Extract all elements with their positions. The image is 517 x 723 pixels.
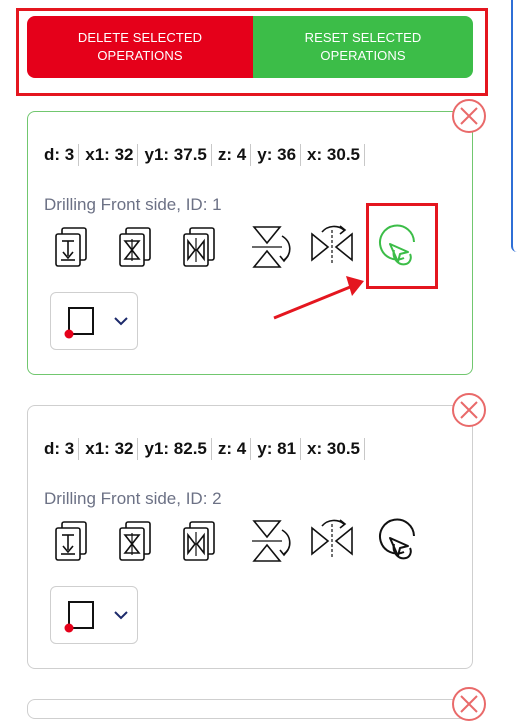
close-circle-icon[interactable] [450,97,488,135]
mirror-sheet-icon[interactable] [178,516,226,566]
corner-origin-icon [64,601,94,633]
operation-params: d: 3 x1: 32 y1: 37.5 z: 4 y: 36 x: 30.5 [44,144,371,166]
chevron-down-icon [114,611,128,620]
close-circle-icon[interactable] [450,391,488,429]
reset-selected-operations-button[interactable]: RESET SELECTED OPERATIONS [253,16,473,78]
flip-vertical-icon[interactable] [246,516,294,566]
copy-sheet-icon[interactable] [114,516,162,566]
operation-card[interactable]: d: 3 x1: 32 y1: 82.5 z: 4 y: 81 x: 30.5 … [27,405,473,669]
select-pointer-icon[interactable] [374,516,422,566]
param-y: y: 36 [257,144,307,166]
param-z: z: 4 [218,144,257,166]
param-x1: x1: 32 [85,438,144,460]
flip-horizontal-icon[interactable] [308,222,356,272]
chevron-down-icon [114,317,128,326]
side-panel-edge [511,0,517,252]
param-d: d: 3 [44,144,85,166]
drill-sheet-icon[interactable] [50,516,98,566]
param-y1: y1: 82.5 [144,438,217,460]
param-y1: y1: 37.5 [144,144,217,166]
corner-origin-dropdown[interactable] [50,586,138,644]
param-x: x: 30.5 [307,144,371,166]
param-z: z: 4 [218,438,257,460]
param-d: d: 3 [44,438,85,460]
operation-title: Drilling Front side, ID: 1 [44,195,222,214]
mirror-sheet-icon[interactable] [178,222,226,272]
operation-card[interactable] [27,699,473,719]
copy-sheet-icon[interactable] [114,222,162,272]
param-x: x: 30.5 [307,438,371,460]
delete-selected-operations-button[interactable]: DELETE SELECTED OPERATIONS [27,16,253,78]
corner-origin-dropdown[interactable] [50,292,138,350]
param-y: y: 81 [257,438,307,460]
flip-vertical-icon[interactable] [246,222,294,272]
corner-origin-icon [64,307,94,339]
flip-horizontal-icon[interactable] [308,516,356,566]
close-circle-icon[interactable] [450,685,488,723]
param-x1: x1: 32 [85,144,144,166]
operation-params: d: 3 x1: 32 y1: 82.5 z: 4 y: 81 x: 30.5 [44,438,371,460]
operation-title: Drilling Front side, ID: 2 [44,489,222,508]
annotation-arrow-icon [273,276,364,320]
drill-sheet-icon[interactable] [50,222,98,272]
